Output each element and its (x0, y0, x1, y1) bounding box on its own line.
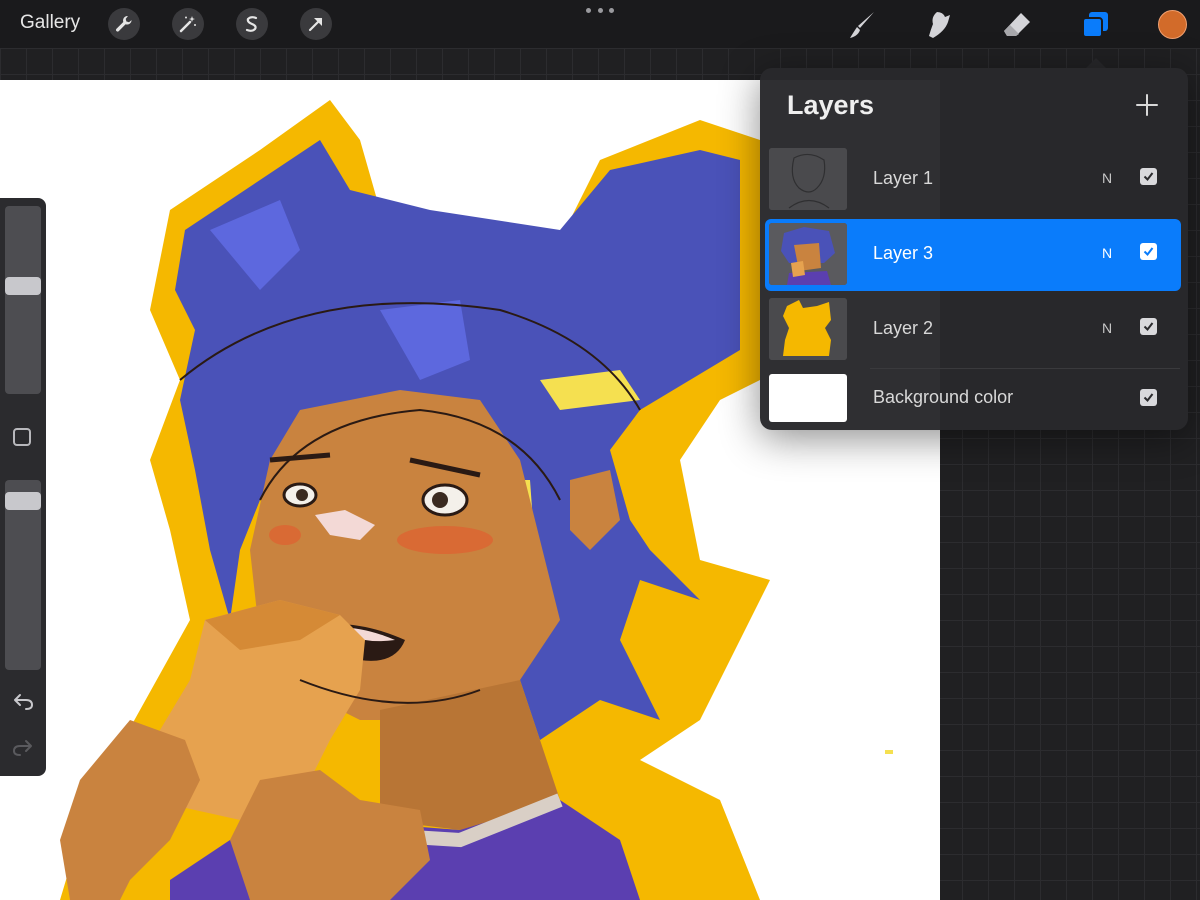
layer-thumbnail (769, 223, 847, 285)
undo-icon[interactable] (11, 692, 35, 712)
brush-size-slider[interactable] (5, 206, 41, 394)
layers-panel: Layers Layer 1 N Layer 3 N Layer 2 N Bac… (760, 68, 1188, 430)
layer-row-layer-2[interactable]: Layer 2 N (765, 294, 1181, 366)
checkmark-icon (1143, 247, 1154, 257)
color-picker-button[interactable] (1158, 10, 1187, 39)
layer-visibility-checkbox[interactable] (1140, 318, 1157, 335)
layer-visibility-checkbox[interactable] (1140, 168, 1157, 185)
background-color-thumbnail (769, 374, 847, 422)
layer-name: Layer 1 (873, 168, 934, 188)
layers-button[interactable] (1078, 8, 1112, 42)
add-layer-icon[interactable] (1134, 92, 1160, 118)
selection-button[interactable] (236, 8, 268, 40)
blend-mode-button[interactable]: N (1102, 245, 1112, 261)
smudge-button[interactable] (922, 8, 956, 42)
redo-icon[interactable] (11, 738, 35, 758)
layers-panel-pointer (1086, 58, 1106, 68)
brush-button[interactable] (845, 8, 879, 42)
layer-name: Background color (873, 387, 1014, 407)
transform-button[interactable] (300, 8, 332, 40)
layer-thumbnail (769, 148, 847, 210)
more-options-icon[interactable] (586, 4, 614, 18)
layer-name: Layer 3 (873, 243, 934, 263)
actions-button[interactable] (108, 8, 140, 40)
checkmark-icon (1143, 393, 1154, 403)
layer-name: Layer 2 (873, 318, 934, 338)
magic-wand-icon (179, 16, 196, 33)
adjustments-button[interactable] (172, 8, 204, 40)
brush-icon (850, 12, 874, 38)
blend-mode-button[interactable]: N (1102, 320, 1112, 336)
blend-mode-button[interactable]: N (1102, 170, 1112, 186)
layers-panel-title: Layers (787, 90, 875, 120)
smudge-icon (929, 12, 950, 38)
eraser-icon (1004, 13, 1030, 36)
eraser-button[interactable] (1000, 8, 1034, 42)
layer-row-layer-3[interactable]: Layer 3 N (765, 219, 1181, 291)
opacity-thumb[interactable] (5, 492, 41, 511)
wrench-icon (116, 16, 132, 32)
layer-visibility-checkbox[interactable] (1140, 389, 1157, 406)
layer-visibility-checkbox[interactable] (1140, 243, 1157, 260)
gallery-button[interactable]: Gallery (20, 12, 80, 34)
brush-size-thumb[interactable] (5, 277, 41, 296)
layer-thumbnail (769, 298, 847, 360)
checkmark-icon (1143, 172, 1154, 182)
layer-row-background-color[interactable]: Background color (765, 369, 1181, 427)
eyedropper-modify-button[interactable] (13, 428, 31, 446)
layer-row-layer-1[interactable]: Layer 1 N (765, 144, 1181, 216)
transform-arrow-icon (308, 17, 323, 32)
left-sidebar (0, 198, 46, 776)
checkmark-icon (1143, 322, 1154, 332)
selection-icon (245, 16, 258, 32)
layers-icon (1082, 12, 1108, 38)
top-toolbar: Gallery (0, 0, 1200, 48)
